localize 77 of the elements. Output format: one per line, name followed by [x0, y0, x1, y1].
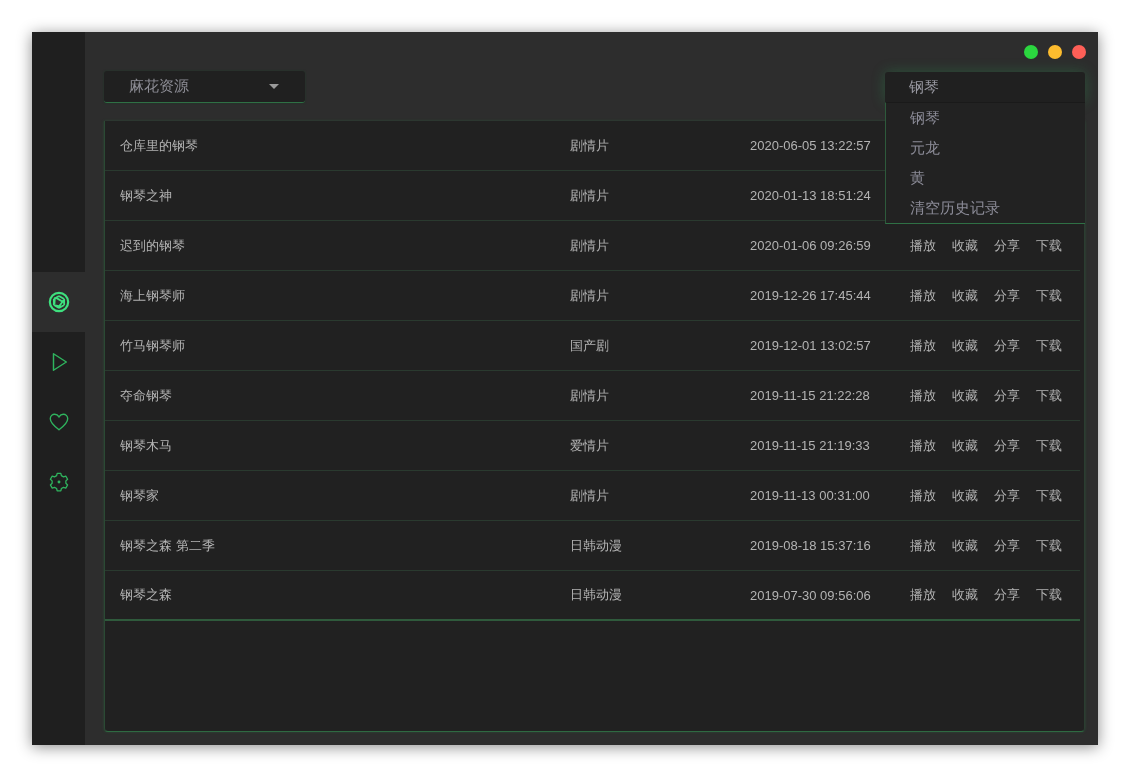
- settings-icon: [47, 471, 70, 493]
- action-link[interactable]: 分享: [994, 486, 1020, 505]
- window-control-button[interactable]: [1048, 44, 1062, 59]
- caret-icon: [269, 84, 279, 89]
- action-link[interactable]: 下载: [1036, 236, 1062, 255]
- action-link[interactable]: 分享: [994, 286, 1020, 305]
- action-link[interactable]: 分享: [994, 336, 1020, 355]
- window-control-button[interactable]: [1024, 44, 1038, 59]
- time-cell-text: 2020-06-05 13:22:57: [750, 138, 872, 153]
- action-link[interactable]: 收藏: [952, 536, 978, 555]
- action-link[interactable]: 播放: [910, 236, 936, 255]
- genre-cell-text: 国产剧: [570, 336, 610, 355]
- genre-cell-text: 爱情片: [570, 436, 610, 455]
- title-cell-text: 海上钢琴师: [120, 286, 186, 305]
- genre-cell-text: 剧情片: [570, 486, 610, 505]
- action-link[interactable]: 分享: [994, 436, 1020, 455]
- action-link[interactable]: 收藏: [952, 586, 978, 604]
- action-link[interactable]: 分享: [994, 386, 1020, 405]
- title-cell-text: 迟到的钢琴: [120, 236, 186, 255]
- action-link[interactable]: 下载: [1036, 536, 1062, 555]
- action-link[interactable]: 播放: [910, 586, 936, 604]
- title-cell-text: 钢琴之森 第二季: [120, 536, 216, 555]
- search-field[interactable]: 钢琴: [885, 72, 1085, 102]
- time-cell-text: 2019-11-15 21:22:28: [750, 388, 871, 403]
- genre-cell-text: 剧情片: [570, 236, 610, 255]
- action-link[interactable]: 分享: [994, 586, 1020, 604]
- title-cell-text: 竹马钢琴师: [120, 336, 186, 355]
- time-cell-text: 2019-08-18 15:37:16: [750, 538, 872, 553]
- source-select[interactable]: 麻花资源: [104, 71, 305, 103]
- suggestion-item[interactable]: 清空历史记录: [886, 193, 1085, 223]
- action-link[interactable]: 播放: [910, 486, 936, 505]
- title-cell-text: 夺命钢琴: [120, 386, 173, 405]
- genre-cell-text: 日韩动漫: [570, 536, 623, 555]
- genre-cell-text: 日韩动漫: [570, 586, 623, 604]
- suggestion-item[interactable]: 钢琴: [886, 103, 1085, 133]
- action-link[interactable]: 播放: [910, 386, 936, 405]
- genre-cell-text: 剧情片: [570, 386, 610, 405]
- action-link[interactable]: 下载: [1036, 336, 1062, 355]
- action-link[interactable]: 分享: [994, 536, 1020, 555]
- genre-cell-text: 剧情片: [570, 136, 610, 155]
- time-cell-text: 2019-11-13 00:31:00: [750, 488, 871, 503]
- action-link[interactable]: 下载: [1036, 436, 1062, 455]
- action-link[interactable]: 播放: [910, 336, 936, 355]
- action-link[interactable]: 分享: [994, 236, 1020, 255]
- time-cell-text: 2019-07-30 09:56:06: [750, 587, 872, 603]
- time-cell-text: 2020-01-06 09:26:59: [750, 238, 872, 253]
- time-cell-text: 2019-12-01 13:02:57: [750, 338, 872, 353]
- action-link[interactable]: 下载: [1036, 386, 1062, 405]
- genre-cell-text: 剧情片: [570, 286, 610, 305]
- title-cell-text: 钢琴家: [120, 486, 160, 505]
- title-cell-text: 钢琴之森: [120, 586, 173, 604]
- time-cell-text: 2019-11-15 21:19:33: [750, 438, 871, 453]
- genre-cell-text: 剧情片: [570, 186, 610, 205]
- action-link[interactable]: 收藏: [952, 486, 978, 505]
- action-link[interactable]: 收藏: [952, 336, 978, 355]
- sidebar-item[interactable]: [32, 272, 85, 332]
- aperture-icon: [47, 291, 70, 313]
- action-link[interactable]: 收藏: [952, 386, 978, 405]
- action-link[interactable]: 播放: [910, 286, 936, 305]
- action-link[interactable]: 收藏: [952, 236, 978, 255]
- title-cell-text: 钢琴木马: [120, 436, 173, 455]
- action-link[interactable]: 收藏: [952, 436, 978, 455]
- action-link[interactable]: 下载: [1036, 486, 1062, 505]
- action-link[interactable]: 收藏: [952, 286, 978, 305]
- suggestion-item[interactable]: 黄: [886, 163, 1085, 193]
- time-cell-text: 2019-12-26 17:45:44: [750, 288, 872, 303]
- suggestion-item[interactable]: 元龙: [886, 133, 1085, 163]
- title-cell-text: 仓库里的钢琴: [120, 136, 199, 155]
- time-cell-text: 2020-01-13 18:51:24: [750, 188, 872, 203]
- action-link[interactable]: 下载: [1036, 586, 1062, 604]
- action-link[interactable]: 播放: [910, 436, 936, 455]
- action-link[interactable]: 播放: [910, 536, 936, 555]
- heart-icon: [47, 411, 70, 433]
- action-link[interactable]: 下载: [1036, 286, 1062, 305]
- title-cell-text: 钢琴之神: [120, 186, 173, 205]
- select-value: 麻花资源: [129, 77, 189, 96]
- window-control-button[interactable]: [1072, 44, 1086, 59]
